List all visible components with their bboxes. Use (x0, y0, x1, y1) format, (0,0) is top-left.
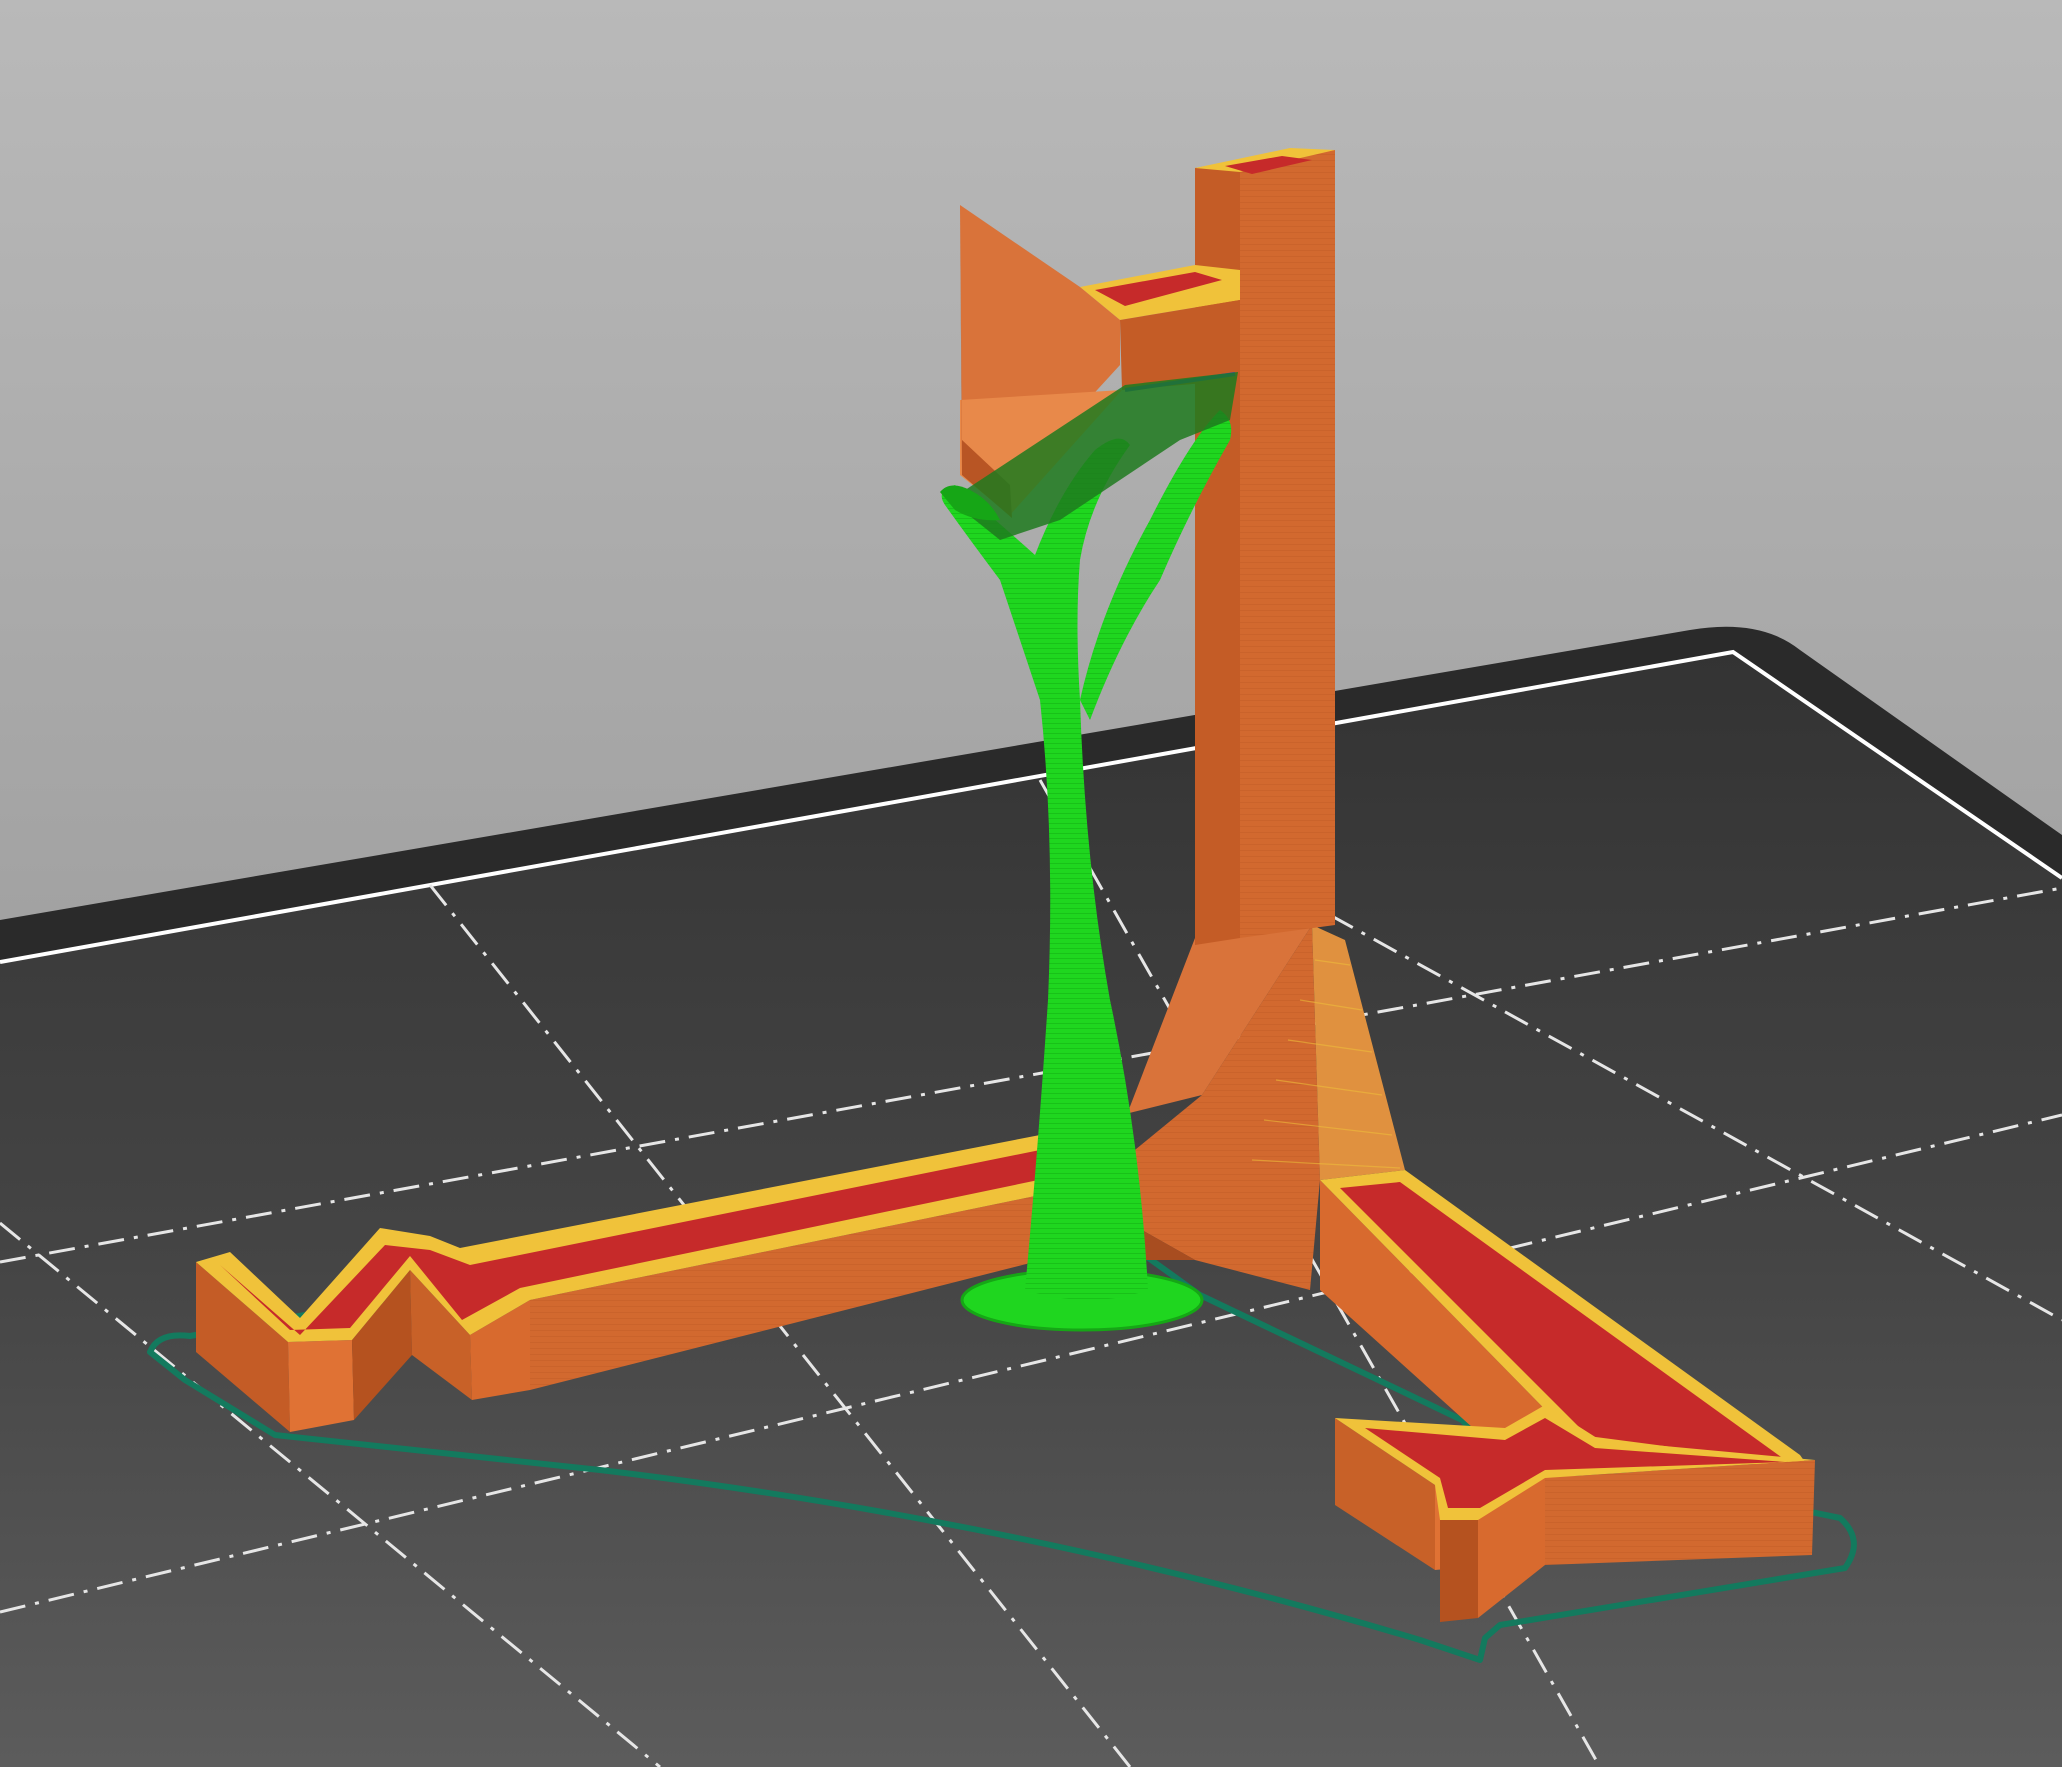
right-fork-front-face-5 (1545, 1460, 1815, 1565)
3d-preview-viewport[interactable] (0, 0, 2062, 1767)
left-arm-front-face-2 (288, 1340, 354, 1432)
3d-scene[interactable] (0, 0, 2062, 1767)
tower-side-face (1240, 150, 1335, 938)
right-fork-front-face-3 (1440, 1520, 1478, 1622)
